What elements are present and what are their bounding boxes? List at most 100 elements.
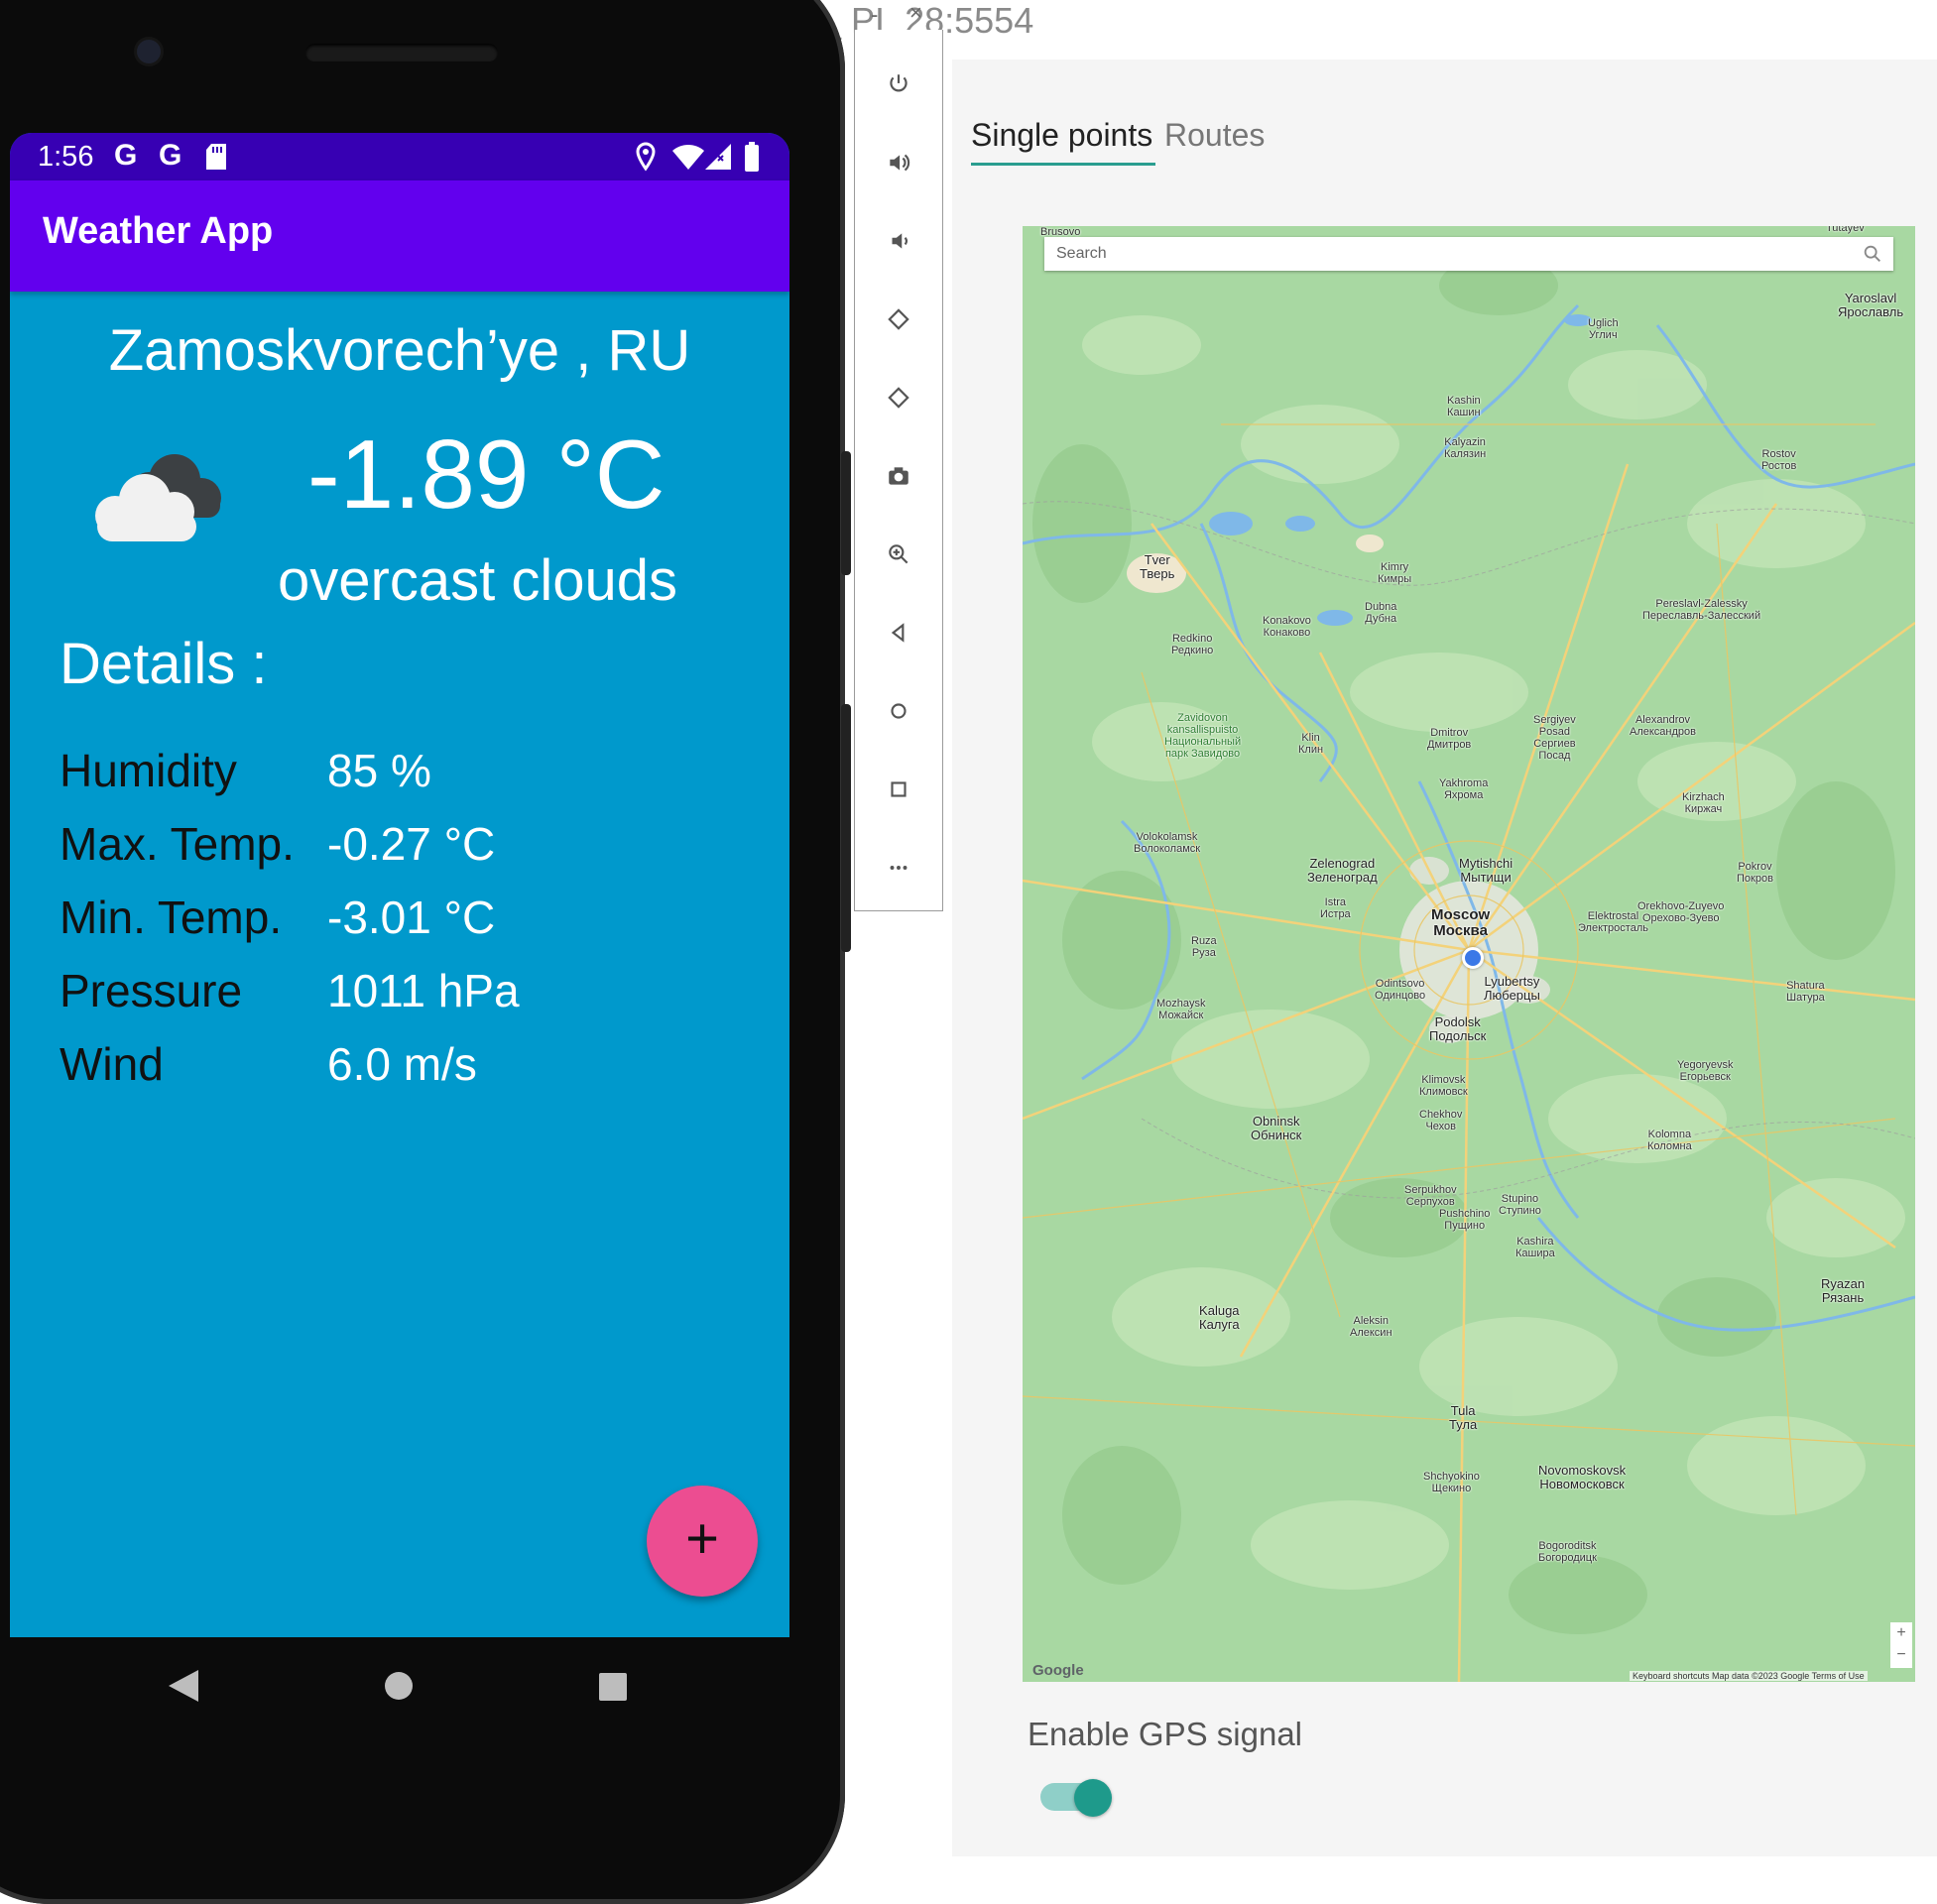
close-button[interactable]: ×: [909, 0, 922, 26]
status-bar: 1:56 G G: [10, 133, 789, 180]
g-icon: G: [114, 139, 138, 172]
map-label-sergiev-posad: Sergiyev Posad Сергиев Посад: [1533, 714, 1576, 762]
map-label-tver: Tver Тверь: [1140, 552, 1175, 581]
map-label-yegoryevsk: Yegoryevsk Егорьевск: [1677, 1059, 1734, 1083]
map-label-yaroslavl: Yaroslavl Ярославль: [1838, 291, 1904, 319]
map-zoom-control[interactable]: + −: [1890, 1622, 1912, 1668]
earpiece-speaker: [305, 44, 498, 61]
gps-label: Enable GPS signal: [1028, 1716, 1303, 1752]
battery-icon: [745, 142, 759, 172]
overview-icon[interactable]: [855, 760, 942, 819]
detail-value-wind: 6.0 m/s: [327, 1038, 477, 1090]
map-label-tula: Tula Тула: [1449, 1403, 1478, 1432]
rotate-right-icon[interactable]: [855, 368, 942, 427]
zoom-out-button[interactable]: −: [1890, 1644, 1912, 1666]
map-label-dubna: Dubna Дубна: [1365, 601, 1397, 625]
map-label-tutayev: Tutayev: [1826, 226, 1865, 234]
map-label-kalyazin: Kalyazin Калязин: [1444, 436, 1487, 460]
power-icon[interactable]: [855, 55, 942, 114]
minimize-button[interactable]: -: [871, 2, 878, 28]
map-label-novomoskovsk: Novomoskovsk Новомосковск: [1538, 1463, 1627, 1491]
map-label-pokrov: Pokrov Покров: [1737, 861, 1773, 885]
phone-power-button: [841, 451, 851, 575]
active-tab-indicator: [971, 163, 1155, 166]
map-label-pereslavl: Pereslavl-Zalessky Переславль-Залесский: [1642, 598, 1761, 622]
map-label-bogoroditsk: Bogoroditsk Богородицк: [1538, 1540, 1597, 1564]
zoom-icon[interactable]: [855, 525, 942, 584]
map-label-klimovsk: Klimovsk Климовск: [1419, 1074, 1468, 1098]
home-icon[interactable]: [855, 681, 942, 741]
map-label-moscow: Moscow Москва: [1431, 906, 1491, 939]
tab-routes[interactable]: Routes: [1164, 117, 1265, 154]
map-label-chekhov: Chekhov Чехов: [1419, 1109, 1463, 1132]
map-label-rostov: Rostov Ростов: [1761, 448, 1797, 472]
map-label-klin: Klin Клин: [1298, 732, 1324, 756]
detail-value-max-temp: -0.27 °C: [327, 818, 496, 870]
map-label-yakhroma: Yakhroma Яхрома: [1439, 777, 1489, 801]
tab-single-points[interactable]: Single points: [971, 117, 1152, 154]
volume-down-icon[interactable]: [855, 211, 942, 271]
map-label-kirzhach: Kirzhach Киржач: [1682, 791, 1725, 815]
detail-label-wind: Wind: [60, 1038, 164, 1090]
map-label-volokolamsk: Volokolamsk Волоколамск: [1134, 831, 1201, 855]
add-city-fab[interactable]: +: [647, 1486, 758, 1597]
map-label-stupino: Stupino Ступино: [1499, 1193, 1541, 1217]
search-icon[interactable]: [1862, 243, 1883, 265]
home-icon[interactable]: [383, 1670, 415, 1702]
map-label-mytishchi: Mytishchi Мытищи: [1459, 856, 1513, 885]
map-label-pushchino: Pushchino Пущино: [1439, 1208, 1491, 1232]
app-title: Weather App: [43, 210, 274, 252]
phone-volume-button: [841, 704, 851, 952]
zoom-in-button[interactable]: +: [1890, 1622, 1912, 1644]
map-label-shchyokino: Shchyokino Щекино: [1423, 1471, 1480, 1494]
map-label-podolsk: Podolsk Подольск: [1429, 1014, 1487, 1043]
map-label-kolomna: Kolomna Коломна: [1647, 1129, 1692, 1152]
back-icon[interactable]: [855, 603, 942, 662]
map-label-odintsovo: Odintsovo Одинцово: [1375, 978, 1426, 1002]
map-label-dmitrov: Dmitrov Дмитров: [1427, 727, 1472, 751]
current-location-marker[interactable]: [1462, 947, 1484, 969]
map-label-alexandrov: Alexandrov Александров: [1630, 714, 1696, 738]
map-label-lyubertsy: Lyubertsy Люберцы: [1484, 974, 1540, 1003]
detail-label-pressure: Pressure: [60, 965, 243, 1016]
map-search-box[interactable]: Search: [1044, 237, 1893, 271]
location-icon: [636, 142, 656, 172]
map-label-kashira: Kashira Кашира: [1515, 1236, 1555, 1259]
back-icon[interactable]: [167, 1668, 200, 1704]
recents-icon[interactable]: [598, 1672, 628, 1702]
map-label-zavidovo: Zavidovon kansallispuisto Национальный п…: [1164, 712, 1242, 760]
detail-label-min-temp: Min. Temp.: [60, 892, 283, 943]
map-label-brusovo: Brusovo: [1040, 226, 1081, 238]
detail-value-min-temp: -3.01 °C: [327, 892, 496, 943]
rotate-left-icon[interactable]: [855, 290, 942, 349]
wifi-icon: [672, 145, 704, 170]
map-label-kaluga: Kaluga Калуга: [1199, 1303, 1240, 1332]
temperature: -1.89 °C: [307, 419, 666, 529]
map-label-konakovo: Konakovo Конаково: [1263, 615, 1311, 639]
map-label-orekhovo: Orekhovo-Zuyevo Орехово-Зуево: [1637, 900, 1725, 924]
map-attribution[interactable]: Keyboard shortcuts Map data ©2023 Google…: [1630, 1671, 1868, 1681]
map-label-aleksin: Aleksin Алексин: [1350, 1315, 1392, 1339]
map-label-shatura: Shatura Шатура: [1786, 980, 1825, 1004]
map-label-ruza: Ruza Руза: [1191, 935, 1217, 959]
signal-icon: [705, 144, 731, 170]
weather-description: overcast clouds: [278, 548, 677, 613]
gps-toggle-knob[interactable]: [1074, 1779, 1112, 1817]
city-name: Zamoskvorech’ye , RU: [108, 318, 691, 383]
camera-icon[interactable]: [855, 446, 942, 506]
detail-value-pressure: 1011 hPa: [327, 965, 520, 1016]
map-search-input[interactable]: Search: [1056, 245, 1107, 263]
g-icon: G: [159, 139, 182, 172]
map-label-serpukhov: Serpukhov Серпухов: [1404, 1184, 1457, 1208]
front-camera: [137, 40, 161, 63]
more-icon[interactable]: [855, 838, 942, 897]
map-label-mozhaysk: Mozhaysk Можайск: [1156, 998, 1206, 1021]
detail-label-humidity: Humidity: [60, 745, 237, 796]
map-label-istra: Istra Истра: [1320, 896, 1351, 920]
sd-card-icon: [206, 144, 226, 170]
app-bar: Weather App: [10, 180, 789, 292]
volume-up-icon[interactable]: [855, 133, 942, 192]
map-view[interactable]: Search Brusovo Tutayev Yaroslavl Ярослав…: [1023, 226, 1915, 1682]
map-label-uglich: Uglich Углич: [1588, 317, 1619, 341]
map-label-ryazan: Ryazan Рязань: [1821, 1276, 1866, 1305]
